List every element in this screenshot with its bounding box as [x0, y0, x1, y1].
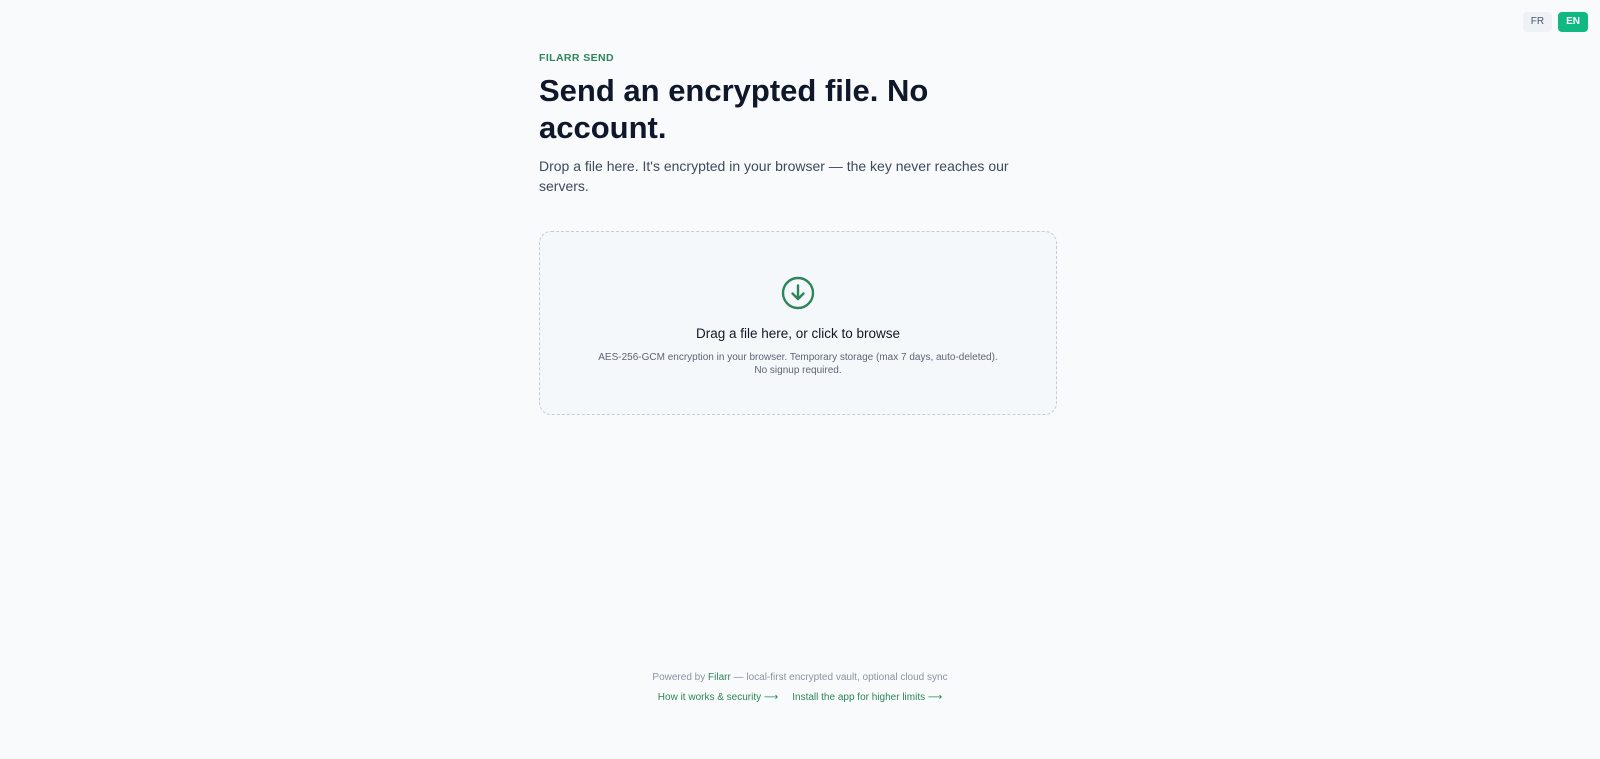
download-arrow-circle-icon — [781, 276, 815, 310]
powered-by-suffix: — local-first encrypted vault, optional … — [733, 672, 948, 683]
eyebrow-label: FILARR SEND — [539, 52, 614, 64]
dropzone-note-line1: AES-256-GCM encryption in your browser. … — [598, 352, 998, 363]
language-switcher: FR EN — [1522, 12, 1588, 32]
install-app-link[interactable]: Install the app for higher limits ⟶ — [792, 692, 942, 703]
page-title: Send an encrypted file. No account. — [539, 73, 929, 145]
footer: Powered by Filarr — local-first encrypte… — [0, 672, 1600, 703]
file-dropzone[interactable]: Drag a file here, or click to browse AES… — [539, 231, 1057, 415]
footer-links: How it works & security ⟶ Install the ap… — [0, 692, 1600, 703]
lang-button-en[interactable]: EN — [1558, 12, 1588, 32]
how-it-works-link[interactable]: How it works & security ⟶ — [658, 692, 778, 703]
powered-by-prefix: Powered by — [652, 672, 706, 683]
page: FR EN FILARR SEND Send an encrypted file… — [0, 0, 1600, 759]
lang-button-fr[interactable]: FR — [1522, 12, 1553, 32]
dropzone-title: Drag a file here, or click to browse — [695, 326, 901, 341]
filarr-brand-link[interactable]: Filarr — [708, 672, 731, 683]
powered-by-line: Powered by Filarr — local-first encrypte… — [0, 672, 1600, 683]
dropzone-note: AES-256-GCM encryption in your browser. … — [578, 351, 1018, 377]
page-subtitle: Drop a file here. It's encrypted in your… — [539, 158, 1009, 194]
main-content: FILARR SEND Send an encrypted file. No a… — [539, 52, 1059, 415]
dropzone-note-line2: No signup required. — [754, 365, 842, 376]
